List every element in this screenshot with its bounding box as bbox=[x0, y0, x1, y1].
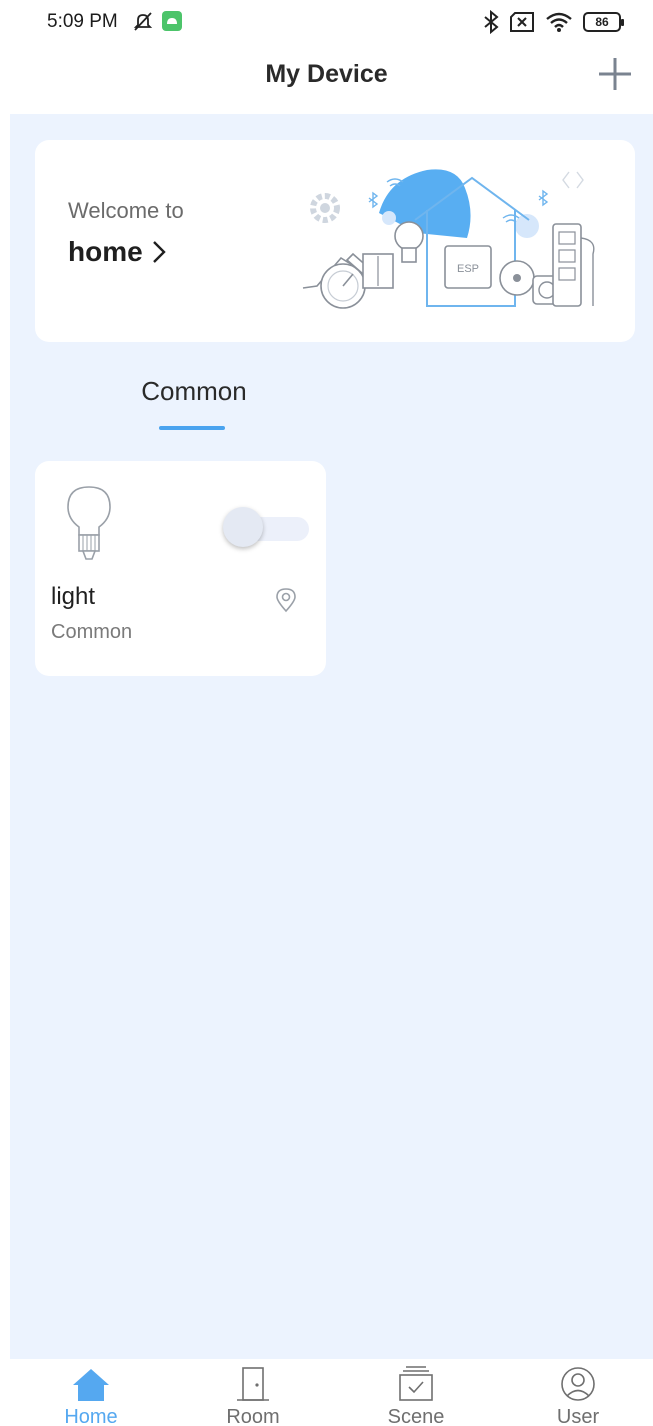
device-name: light bbox=[51, 583, 96, 610]
chevron-right-icon bbox=[152, 241, 166, 263]
smart-home-illustration: ESP bbox=[302, 169, 595, 309]
power-toggle[interactable] bbox=[223, 507, 309, 547]
status-bar: 5:09 PM 86 bbox=[0, 0, 653, 48]
battery-icon: 86 bbox=[583, 12, 624, 32]
nav-scene[interactable]: Scene bbox=[356, 1365, 476, 1426]
chip-label: ESP bbox=[457, 263, 479, 275]
bluetooth-icon bbox=[484, 10, 499, 34]
device-room: Common bbox=[51, 621, 133, 643]
status-left-icons bbox=[132, 10, 182, 32]
android-app-icon bbox=[162, 11, 182, 31]
toggle-knob bbox=[223, 507, 263, 547]
tab-active-indicator bbox=[159, 426, 225, 430]
add-device-button[interactable] bbox=[595, 54, 635, 94]
welcome-text: Welcome to bbox=[68, 198, 184, 223]
home-icon bbox=[73, 1369, 109, 1401]
welcome-card[interactable]: Welcome to home ESP bbox=[35, 140, 635, 342]
nav-user-label: User bbox=[556, 1406, 600, 1426]
device-card[interactable]: light Common bbox=[35, 461, 326, 676]
nav-room-label: Room bbox=[226, 1406, 280, 1426]
home-selector[interactable]: home bbox=[68, 236, 167, 268]
mute-notification-icon bbox=[133, 12, 153, 31]
nav-home[interactable]: Home bbox=[31, 1365, 151, 1426]
nav-room[interactable]: Room bbox=[193, 1365, 313, 1426]
nav-user[interactable]: User bbox=[518, 1365, 638, 1426]
light-bulb-icon bbox=[67, 486, 111, 560]
header: My Device bbox=[0, 48, 653, 114]
door-icon bbox=[237, 1367, 269, 1401]
nav-home-label: Home bbox=[64, 1406, 118, 1426]
status-time: 5:09 PM bbox=[47, 11, 118, 32]
status-right-icons: 86 bbox=[483, 10, 624, 34]
bottom-nav: Home Room Scene User bbox=[0, 1359, 653, 1426]
home-name: home bbox=[68, 236, 143, 267]
tab-common[interactable]: Common bbox=[114, 376, 274, 407]
page-title: My Device bbox=[265, 60, 388, 88]
wifi-icon bbox=[546, 12, 572, 32]
battery-level: 86 bbox=[595, 15, 609, 29]
user-icon bbox=[561, 1367, 595, 1401]
main-content: Welcome to home ESP Common light Common bbox=[10, 114, 653, 1359]
scene-icon bbox=[399, 1366, 433, 1401]
nav-scene-label: Scene bbox=[387, 1406, 445, 1426]
location-pin-icon[interactable] bbox=[275, 587, 297, 613]
no-sim-icon bbox=[510, 12, 534, 32]
